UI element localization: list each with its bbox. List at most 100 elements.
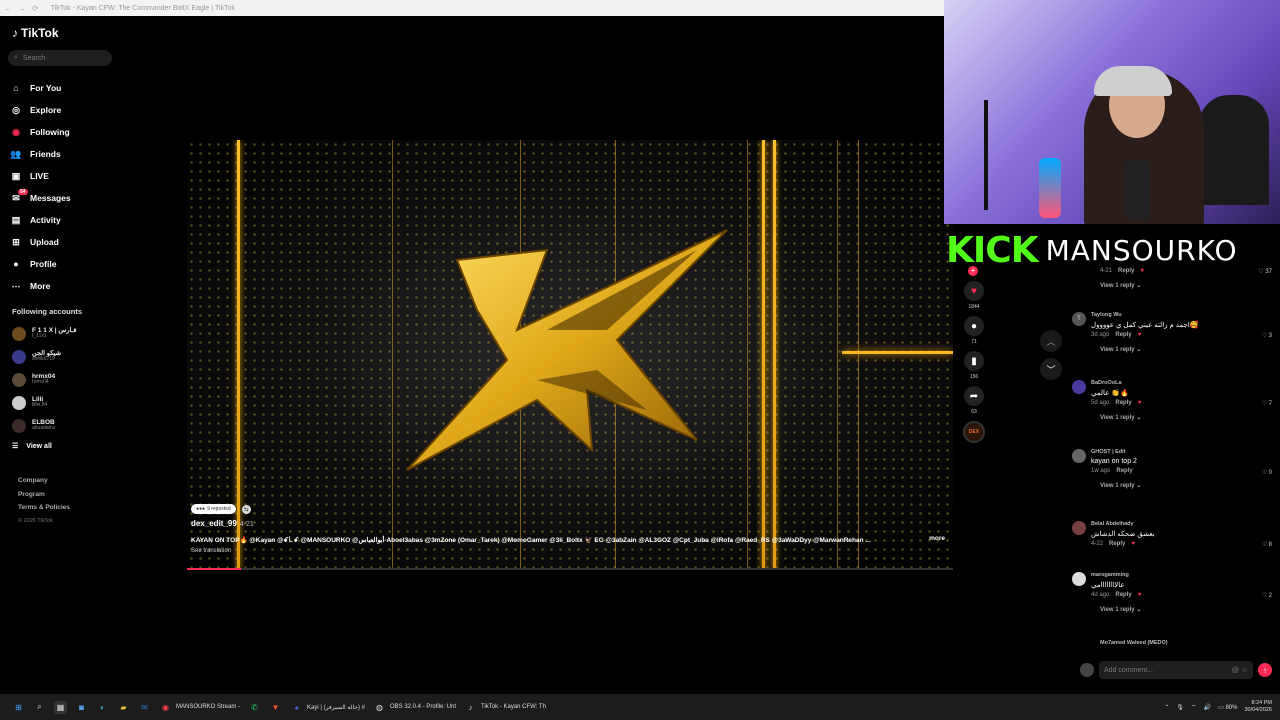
comment-item: Mo7amed Waleed (MEDO) [1072, 640, 1272, 646]
avatar[interactable] [1072, 572, 1086, 586]
video-progress-bar[interactable] [187, 568, 953, 570]
network-icon[interactable]: ⌔ [1191, 703, 1197, 711]
tiktok-logo[interactable]: ♪ TikTok [12, 26, 59, 40]
comment-like[interactable]: ♡ 8 [1262, 541, 1272, 548]
forward-icon[interactable]: → [18, 4, 26, 13]
nav-messages[interactable]: ✉ 54 Messages [10, 187, 114, 209]
search-icon: ⌕ [37, 702, 42, 711]
comment-input[interactable]: Add comment... @ ☺ [1099, 661, 1253, 679]
volume-icon[interactable]: 🔊 [1204, 704, 1211, 711]
account-item[interactable]: F 1 1 X | فـارس f_11x1 [12, 322, 112, 345]
comment-username[interactable]: GHOST | Edit [1091, 449, 1272, 455]
author-name: dex_edit_99 [191, 519, 237, 528]
reply-button[interactable]: Reply [1118, 268, 1134, 274]
taskbar-app[interactable]: ◙ [71, 694, 92, 720]
nav-following[interactable]: ◉ Following [10, 121, 114, 143]
microphone-icon[interactable]: 🎙 [1176, 704, 1184, 711]
view-replies-button[interactable]: View 1 reply ⌄ [1072, 414, 1272, 421]
repost-icon[interactable]: ⇆ [241, 504, 251, 514]
search-input[interactable]: ⌕ Search [8, 50, 112, 66]
footer-company-link[interactable]: Company [18, 474, 70, 488]
nav-explore[interactable]: ◎ Explore [10, 99, 114, 121]
view-replies-button[interactable]: View 1 reply ⌄ [1072, 346, 1272, 353]
nav-profile[interactable]: ● Profile [10, 253, 114, 275]
taskbar-chrome-stream[interactable]: ◉ MANSOURKO Stream - [155, 694, 244, 720]
taskbar-search[interactable]: ⌕ [29, 694, 50, 720]
taskbar-brave[interactable]: ▼ [265, 694, 286, 720]
comment-like[interactable]: ♡ 7 [1262, 400, 1272, 407]
view-replies-button[interactable]: View 1 reply ⌄ [1072, 606, 1272, 613]
gaming-chair [1199, 95, 1269, 205]
taskbar-whatsapp[interactable]: ✆ [244, 694, 265, 720]
view-replies-button[interactable]: View 1 reply ⌄ [1072, 282, 1272, 289]
account-item[interactable]: شيكو الجن sheiko719 [12, 345, 112, 368]
comment-like[interactable]: ♡ 2 [1262, 592, 1272, 599]
comment-like[interactable]: ♡ 37 [1258, 268, 1272, 275]
taskbar-discord[interactable]: ◕ Kayi | (حالة السيرفر) # [286, 694, 369, 720]
nav-more[interactable]: ⋯ More [10, 275, 114, 297]
mention-icon[interactable]: @ [1232, 667, 1239, 674]
comment-username[interactable]: Belal Abdelhady [1091, 521, 1272, 527]
footer-program-link[interactable]: Program [18, 488, 70, 502]
start-button[interactable]: ⊞ [8, 694, 29, 720]
account-item[interactable]: Lilli lillin.84 [12, 391, 112, 414]
save-count: 156 [969, 374, 979, 380]
taskbar-obs[interactable]: ◍ OBS 32.0.4 - Profile: Unt [369, 694, 460, 720]
battery-icon[interactable]: ▭ 80% [1218, 704, 1237, 711]
clock[interactable]: 8:24 PM 30/04/2026 [1244, 700, 1272, 713]
footer-terms-link[interactable]: Terms & Policies [18, 501, 70, 515]
see-translation-link[interactable]: See translation [191, 548, 951, 554]
video-author[interactable]: dex_edit_99 4-21 [191, 519, 951, 528]
taskbar-tiktok[interactable]: ♪ TikTok - Kayan CFW: Th [460, 694, 550, 720]
comment-like[interactable]: ♡ 0 [1262, 469, 1272, 476]
emoji-icon[interactable]: ☺ [1241, 667, 1248, 674]
comment-item: marogamming عالاااااااامي 4d ago Reply ♥ ♡… [1072, 572, 1272, 613]
reply-button[interactable]: Reply [1109, 541, 1125, 547]
avatar[interactable] [1072, 449, 1086, 463]
nav-for-you[interactable]: ⌂ For You [10, 77, 114, 99]
send-comment-button[interactable]: ↑ [1258, 663, 1272, 677]
reply-button[interactable]: Reply [1115, 592, 1131, 598]
reply-button[interactable]: Reply [1116, 468, 1132, 474]
comment-username[interactable]: BaDroOoLa [1091, 380, 1272, 386]
comment-username[interactable]: marogamming [1091, 572, 1272, 578]
nav-activity[interactable]: ▤ Activity [10, 209, 114, 231]
taskbar-app[interactable]: ▦ [50, 694, 71, 720]
taskbar-edge[interactable]: ◐ [92, 694, 113, 720]
like-button[interactable]: ♥ 1844 [964, 281, 984, 310]
avatar[interactable] [1072, 521, 1086, 535]
sound-disc[interactable]: DEX [963, 421, 985, 443]
reply-button[interactable]: Reply [1115, 332, 1131, 338]
view-all-link[interactable]: ☰ View all [12, 442, 52, 451]
account-item[interactable]: ELBOB abuadamz [12, 414, 112, 437]
save-button[interactable]: ▮ 156 [964, 351, 984, 380]
taskbar-outlook[interactable]: ✉ [134, 694, 155, 720]
comment-like-count: 8 [1268, 542, 1272, 548]
caption-more-button[interactable]: more [929, 535, 945, 545]
heart-icon: ♥ [964, 281, 984, 301]
chevron-up-icon[interactable]: ⌃ [1164, 704, 1169, 711]
back-icon[interactable]: ← [4, 4, 12, 13]
comment-username[interactable]: Mo7amed Waleed (MEDO) [1100, 640, 1272, 646]
avatar[interactable]: T [1072, 312, 1086, 326]
nav-upload[interactable]: ⊞ Upload [10, 231, 114, 253]
reposted-pill[interactable]: ●●● 9 reposted [191, 504, 236, 514]
nav-live[interactable]: ▣ LIVE [10, 165, 114, 187]
comment-like[interactable]: ♡ 3 [1262, 332, 1272, 339]
reload-icon[interactable]: ⟳ [32, 4, 39, 13]
previous-video-button[interactable]: ︿ [1040, 330, 1062, 352]
system-tray: ⌃ 🎙 ⌔ 🔊 ▭ 80% 8:24 PM 30/04/2026 [1164, 694, 1272, 720]
comment-button[interactable]: ● 71 [964, 316, 984, 345]
avatar [1080, 663, 1094, 677]
taskbar-label: TikTok - Kayan CFW: Th [481, 704, 546, 710]
avatar[interactable] [1072, 380, 1086, 394]
account-item[interactable]: hrmx04 hrmx04 [12, 368, 112, 391]
view-replies-button[interactable]: View 1 reply ⌄ [1072, 482, 1272, 489]
comment-username[interactable]: Taylong Wu [1091, 312, 1272, 318]
light-stand [984, 100, 988, 210]
reply-button[interactable]: Reply [1115, 400, 1131, 406]
next-video-button[interactable]: ﹀ [1040, 358, 1062, 380]
share-button[interactable]: ➦ 63 [964, 386, 984, 415]
nav-friends[interactable]: 👥 Friends [10, 143, 114, 165]
taskbar-explorer[interactable]: ▰ [113, 694, 134, 720]
